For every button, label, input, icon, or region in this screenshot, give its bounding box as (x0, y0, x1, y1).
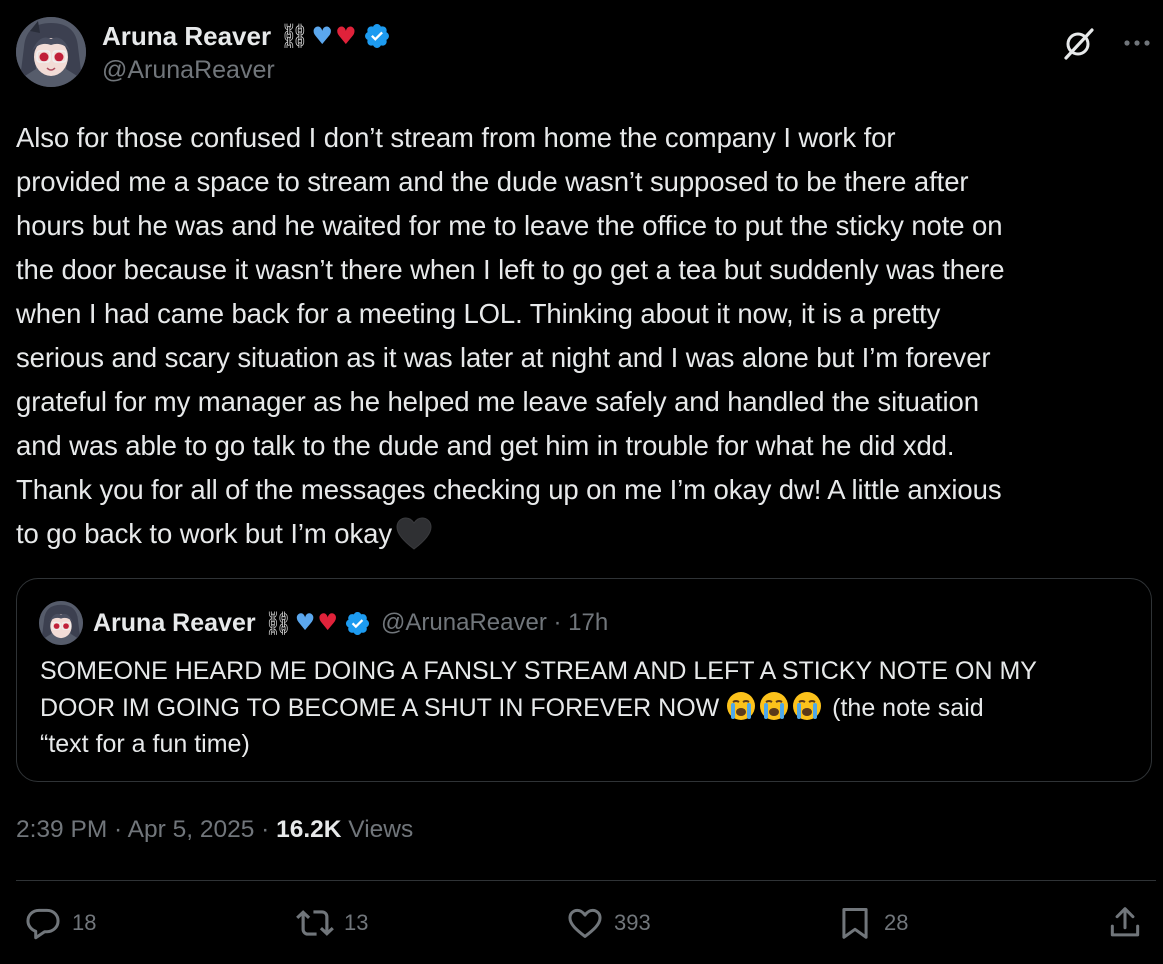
heart-icon (568, 908, 602, 938)
tweet-detail: Aruna Reaver ⛓ ♥ ♥ @ArunaReaver Also for… (0, 0, 1163, 964)
loudly-crying-face-icon (727, 691, 756, 720)
quoted-handle-time: @ArunaReaver · 17h (381, 609, 609, 636)
tweet-text-line: and was able to go talk to the dude and … (16, 430, 955, 461)
author-handle[interactable]: @ArunaReaver (102, 56, 275, 85)
loudly-crying-face-icon (760, 691, 789, 720)
repost-count: 13 (344, 910, 369, 935)
anime-avatar-small (39, 601, 83, 645)
anime-avatar-image (16, 17, 86, 87)
quoted-text-line: SOMEONE HEARD ME DOING A FANSLY STREAM A… (40, 657, 1037, 685)
more-options-button[interactable] (1120, 26, 1154, 60)
bookmark-button[interactable]: 28 (836, 902, 908, 944)
loudly-crying-face-icon (793, 691, 822, 720)
grok-icon (1064, 28, 1094, 60)
black-heart-icon (396, 517, 432, 550)
author-name-row: Aruna Reaver ⛓ ♥ ♥ (102, 19, 391, 53)
author-avatar[interactable] (16, 17, 86, 87)
quoted-text-content: DOOR IM GOING TO BECOME A SHUT IN FOREVE… (40, 693, 720, 722)
repost-icon (296, 910, 334, 936)
quoted-tweet-header: Aruna Reaver ⛓ ♥ ♥ @ArunaReaver · 17h (39, 600, 608, 646)
red-heart-icon: ♥ (335, 22, 357, 50)
tweet-text-line: Thank you for all of the messages checki… (16, 474, 1002, 505)
bookmark-count: 28 (884, 910, 909, 935)
tweet-text-line: grateful for my manager as he helped me … (16, 386, 979, 417)
tweet-text-line: when I had came back for a meeting LOL. … (16, 298, 941, 329)
tweet-text-line-content: to go back to work but I’m okay (16, 518, 392, 549)
share-button[interactable] (1106, 902, 1144, 944)
tweet-text: Also for those confused I don’t stream f… (16, 116, 1156, 556)
timestamp[interactable]: 2:39 PM · Apr 5, 2025 · (16, 816, 276, 843)
grok-button[interactable] (1062, 26, 1096, 60)
like-count: 393 (614, 910, 651, 935)
quoted-text-line-2: DOOR IM GOING TO BECOME A SHUT IN FOREVE… (40, 690, 1130, 727)
tweet-text-line-last: to go back to work but I’m okay (16, 512, 1156, 556)
name-emoji-group: ⛓ ♥ ♥ (279, 22, 357, 50)
blue-heart-icon: ♥ (294, 610, 316, 636)
quoted-text-line: “text for a fun time) (40, 730, 250, 758)
tweet-text-line: provided me a space to stream and the du… (16, 166, 969, 197)
tweet-text-line: Also for those confused I don’t stream f… (16, 122, 896, 153)
views-label: Views (341, 816, 414, 843)
repost-button[interactable]: 13 (296, 902, 368, 944)
bookmark-icon (842, 908, 868, 939)
share-icon (1110, 907, 1140, 937)
quoted-tweet-card[interactable]: Aruna Reaver ⛓ ♥ ♥ @ArunaReaver · 17h SO… (16, 578, 1152, 782)
quoted-tweet-text: SOMEONE HEARD ME DOING A FANSLY STREAM A… (40, 653, 1130, 763)
chain-icon: ⛓ (279, 22, 310, 50)
reply-icon (26, 908, 60, 940)
reply-button[interactable]: 18 (24, 902, 96, 944)
verified-badge-icon[interactable] (363, 22, 391, 50)
quoted-author-avatar[interactable] (39, 601, 83, 645)
red-heart-icon: ♥ (317, 610, 339, 636)
more-icon (1124, 40, 1150, 46)
like-button[interactable]: 393 (566, 902, 651, 944)
tweet-text-line: hours but he was and he waited for me to… (16, 210, 1003, 241)
blue-heart-icon: ♥ (311, 22, 334, 50)
tweet-text-line: the door because it wasn’t there when I … (16, 254, 1005, 285)
quoted-author-name: Aruna Reaver (93, 608, 256, 637)
views-count: 16.2K (276, 816, 342, 843)
chain-icon: ⛓ (263, 610, 293, 637)
verified-badge-icon (346, 611, 370, 635)
quoted-text-content: (the note said (832, 693, 984, 722)
tweet-meta: 2:39 PM · Apr 5, 2025 · 16.2K Views (16, 816, 413, 844)
divider (16, 880, 1156, 881)
quoted-name-emoji-group: ⛓ ♥ ♥ (264, 610, 338, 637)
author-display-name[interactable]: Aruna Reaver (102, 21, 271, 52)
tweet-text-line: serious and scary situation as it was la… (16, 342, 991, 373)
reply-count: 18 (72, 910, 97, 935)
